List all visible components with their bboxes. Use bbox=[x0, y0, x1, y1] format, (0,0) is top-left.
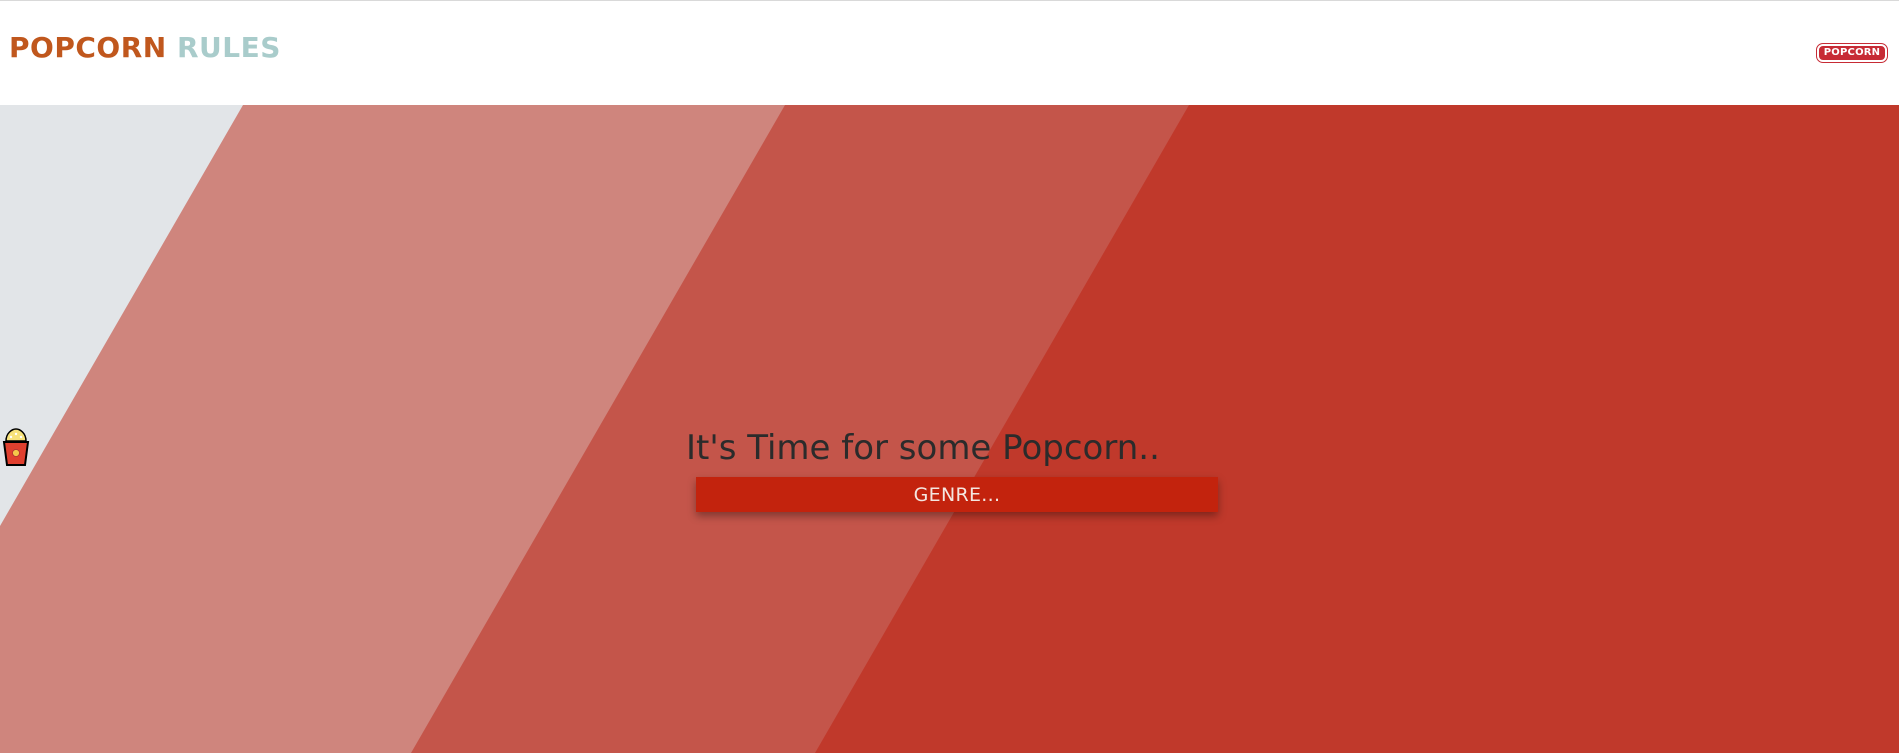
brand-word-popcorn: POPCORN bbox=[9, 31, 167, 64]
brand-word-rules: RULES bbox=[176, 31, 281, 64]
hero-section: It's Time for some Popcorn.. GENRE... bbox=[0, 105, 1899, 753]
popcorn-logo-text: POPCORN bbox=[1823, 47, 1881, 58]
brand-logo-link[interactable]: POPCORN RULES bbox=[9, 31, 281, 64]
popcorn-logo-badge[interactable]: POPCORN bbox=[1816, 43, 1888, 63]
hero-tagline: It's Time for some Popcorn.. bbox=[686, 428, 1160, 468]
navbar: POPCORN RULES POPCORN bbox=[0, 1, 1899, 105]
genre-button[interactable]: GENRE... bbox=[696, 477, 1218, 512]
popcorn-bucket-icon bbox=[2, 428, 30, 466]
